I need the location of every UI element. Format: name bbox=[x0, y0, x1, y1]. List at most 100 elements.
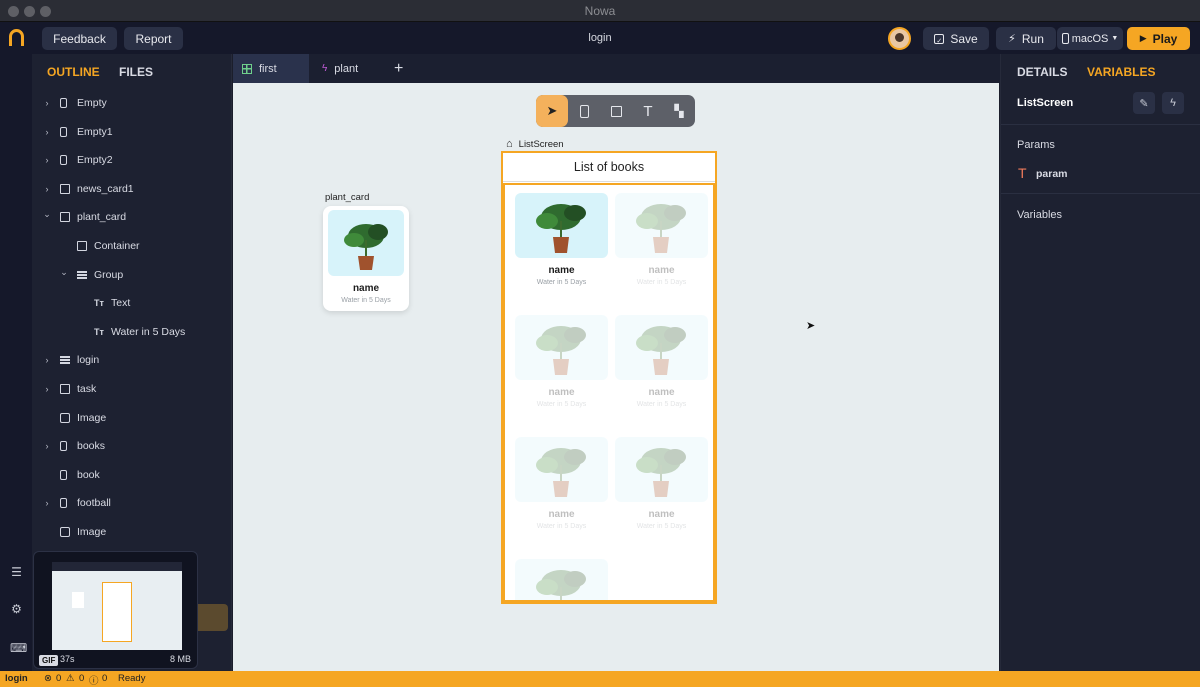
books-grid[interactable]: name Water in 5 Days name Water in 5 Days na… bbox=[503, 183, 715, 602]
tab-variables[interactable]: VARIABLES bbox=[1087, 65, 1155, 79]
layers-icon[interactable]: ☰ bbox=[10, 566, 23, 578]
book-card[interactable]: nameWater in 5 Days bbox=[515, 315, 608, 425]
status-branch[interactable]: login bbox=[5, 673, 28, 684]
chevron-down-icon[interactable]: ⌄ bbox=[59, 267, 69, 278]
chevron-right-icon[interactable]: › bbox=[42, 155, 52, 165]
tab-plant[interactable]: ϟ plant bbox=[313, 54, 383, 83]
tab-outline[interactable]: OUTLINE bbox=[47, 65, 100, 79]
card-name: name bbox=[648, 265, 675, 276]
text-icon: Tт bbox=[94, 326, 104, 337]
gear-icon[interactable]: ⚙ bbox=[10, 603, 23, 615]
warning-count[interactable]: 0 bbox=[79, 673, 84, 684]
cursor-icon: ➤ bbox=[546, 103, 558, 118]
chevron-down-icon: ▼ bbox=[1111, 35, 1119, 42]
panel-resize-handle[interactable] bbox=[198, 604, 228, 631]
outline-item-label: Empty1 bbox=[77, 125, 113, 138]
book-card[interactable]: nameWater in 5 Days bbox=[615, 193, 708, 303]
status-state: Ready bbox=[118, 673, 146, 684]
design-canvas[interactable]: ➤ T ▚ plant_card name Water in 5 Days ⌂ … bbox=[233, 83, 999, 671]
select-tool-button[interactable]: ➤ bbox=[536, 95, 568, 127]
action-button[interactable]: ϟ bbox=[1162, 92, 1184, 114]
outline-item-book[interactable]: book bbox=[32, 465, 232, 485]
phone-icon bbox=[1061, 33, 1069, 44]
outline-item-news-card1[interactable]: › news_card1 bbox=[32, 179, 232, 199]
book-card[interactable]: nameWater in 5 Days bbox=[615, 315, 708, 425]
window-title: Nowa bbox=[584, 4, 616, 18]
error-icon: ⊗ bbox=[44, 673, 52, 684]
outline-item-container[interactable]: Container bbox=[32, 236, 232, 256]
info-icon: ⓘ bbox=[89, 676, 99, 687]
tab-files[interactable]: FILES bbox=[119, 65, 153, 79]
outline-item-water-in-5-days[interactable]: Tт Water in 5 Days bbox=[32, 322, 232, 342]
outline-item-label: login bbox=[77, 354, 100, 367]
box-icon bbox=[610, 105, 622, 117]
outline-item-label: football bbox=[77, 497, 111, 510]
card-name: name bbox=[648, 509, 675, 520]
outline-item-books[interactable]: › books bbox=[32, 436, 232, 456]
chevron-right-icon[interactable]: › bbox=[42, 384, 52, 394]
properties-panel: DETAILS VARIABLES ListScreen ✎ ϟ Params … bbox=[1000, 54, 1200, 671]
home-icon: ⌂ bbox=[506, 138, 513, 150]
book-card[interactable]: nameWater in 5 Days bbox=[515, 437, 608, 547]
plant-card-component[interactable]: name Water in 5 Days bbox=[323, 206, 409, 311]
card-name: name bbox=[548, 509, 575, 520]
container-tool-button[interactable] bbox=[600, 95, 632, 127]
play-button[interactable]: ▶ Play bbox=[1127, 27, 1190, 50]
list-screen-frame[interactable]: List of books name Water in 5 Days name Wat… bbox=[501, 151, 717, 604]
top-toolbar: Feedback Report login ✓ Save ⚡ Run macOS… bbox=[0, 22, 1200, 54]
book-card[interactable]: nameWater in 5 Days bbox=[515, 193, 608, 303]
error-count[interactable]: 0 bbox=[56, 673, 61, 684]
book-card[interactable]: name Water in 5 Days bbox=[615, 437, 708, 547]
outline-item-empty[interactable]: › Empty bbox=[32, 93, 232, 113]
platform-label: macOS bbox=[1071, 32, 1109, 45]
chevron-right-icon[interactable]: › bbox=[42, 127, 52, 137]
outline-item-football[interactable]: › football bbox=[32, 493, 232, 513]
user-avatar[interactable] bbox=[888, 27, 911, 50]
book-card[interactable]: nameWater in 5 Days bbox=[515, 559, 608, 600]
outline-item-task[interactable]: › task bbox=[32, 379, 232, 399]
outline-item-empty2[interactable]: › Empty2 bbox=[32, 150, 232, 170]
feedback-button[interactable]: Feedback bbox=[42, 27, 117, 50]
outline-item-login[interactable]: › login bbox=[32, 350, 232, 370]
outline-item-label: news_card1 bbox=[77, 182, 134, 195]
tab-first-label: first bbox=[259, 62, 277, 75]
chevron-right-icon[interactable]: › bbox=[42, 98, 52, 108]
edit-button[interactable]: ✎ bbox=[1133, 92, 1155, 114]
chevron-right-icon[interactable]: › bbox=[42, 441, 52, 451]
plant-image bbox=[515, 437, 608, 502]
outline-item-text[interactable]: Tт Text bbox=[32, 293, 232, 313]
chevron-down-icon[interactable]: ⌄ bbox=[42, 209, 52, 220]
chevron-right-icon[interactable]: › bbox=[42, 498, 52, 508]
param-name[interactable]: param bbox=[1036, 168, 1068, 180]
chevron-right-icon[interactable]: › bbox=[42, 184, 52, 194]
card-subtitle: Water in 5 Days bbox=[636, 523, 687, 530]
text-tool-button[interactable]: T bbox=[632, 95, 664, 127]
screen-tool-button[interactable] bbox=[568, 95, 600, 127]
chevron-right-icon[interactable]: › bbox=[42, 355, 52, 365]
bolt-icon: ϟ bbox=[1170, 97, 1176, 109]
window-titlebar: Nowa bbox=[0, 0, 1200, 22]
outline-item-empty1[interactable]: › Empty1 bbox=[32, 122, 232, 142]
save-button[interactable]: ✓ Save bbox=[923, 27, 989, 50]
tab-first[interactable]: first bbox=[233, 54, 309, 83]
components-tool-button[interactable]: ▚ bbox=[663, 95, 695, 127]
plant-image bbox=[515, 559, 608, 600]
outline-item-image[interactable]: Image bbox=[32, 522, 232, 542]
info-count[interactable]: 0 bbox=[102, 673, 107, 684]
outline-item-image[interactable]: Image bbox=[32, 408, 232, 428]
pencil-icon: ✎ bbox=[1139, 97, 1149, 110]
run-button[interactable]: ⚡ Run bbox=[996, 27, 1056, 50]
status-bar: login ⊗ 0 ⚠ 0 ⓘ 0 Ready bbox=[0, 671, 1200, 687]
outline-item-label: Empty bbox=[77, 97, 107, 109]
gif-recorder-preview[interactable]: GIF 37s 8 MB bbox=[33, 551, 198, 669]
add-tab-button[interactable]: + bbox=[385, 54, 415, 83]
outline-item-plant-card[interactable]: ⌄ plant_card bbox=[32, 207, 232, 227]
outline-item-label: Image bbox=[77, 526, 107, 538]
outline-item-group[interactable]: ⌄ Group bbox=[32, 265, 232, 285]
keyboard-icon[interactable]: ⌨ bbox=[10, 642, 27, 654]
tab-details[interactable]: DETAILS bbox=[1017, 65, 1067, 79]
report-button[interactable]: Report bbox=[124, 27, 183, 50]
editor-tabbar: first ϟ plant + bbox=[233, 54, 1000, 83]
screen-label-row: ⌂ ListScreen bbox=[506, 138, 564, 150]
platform-select[interactable]: macOS ▼ bbox=[1057, 27, 1123, 50]
